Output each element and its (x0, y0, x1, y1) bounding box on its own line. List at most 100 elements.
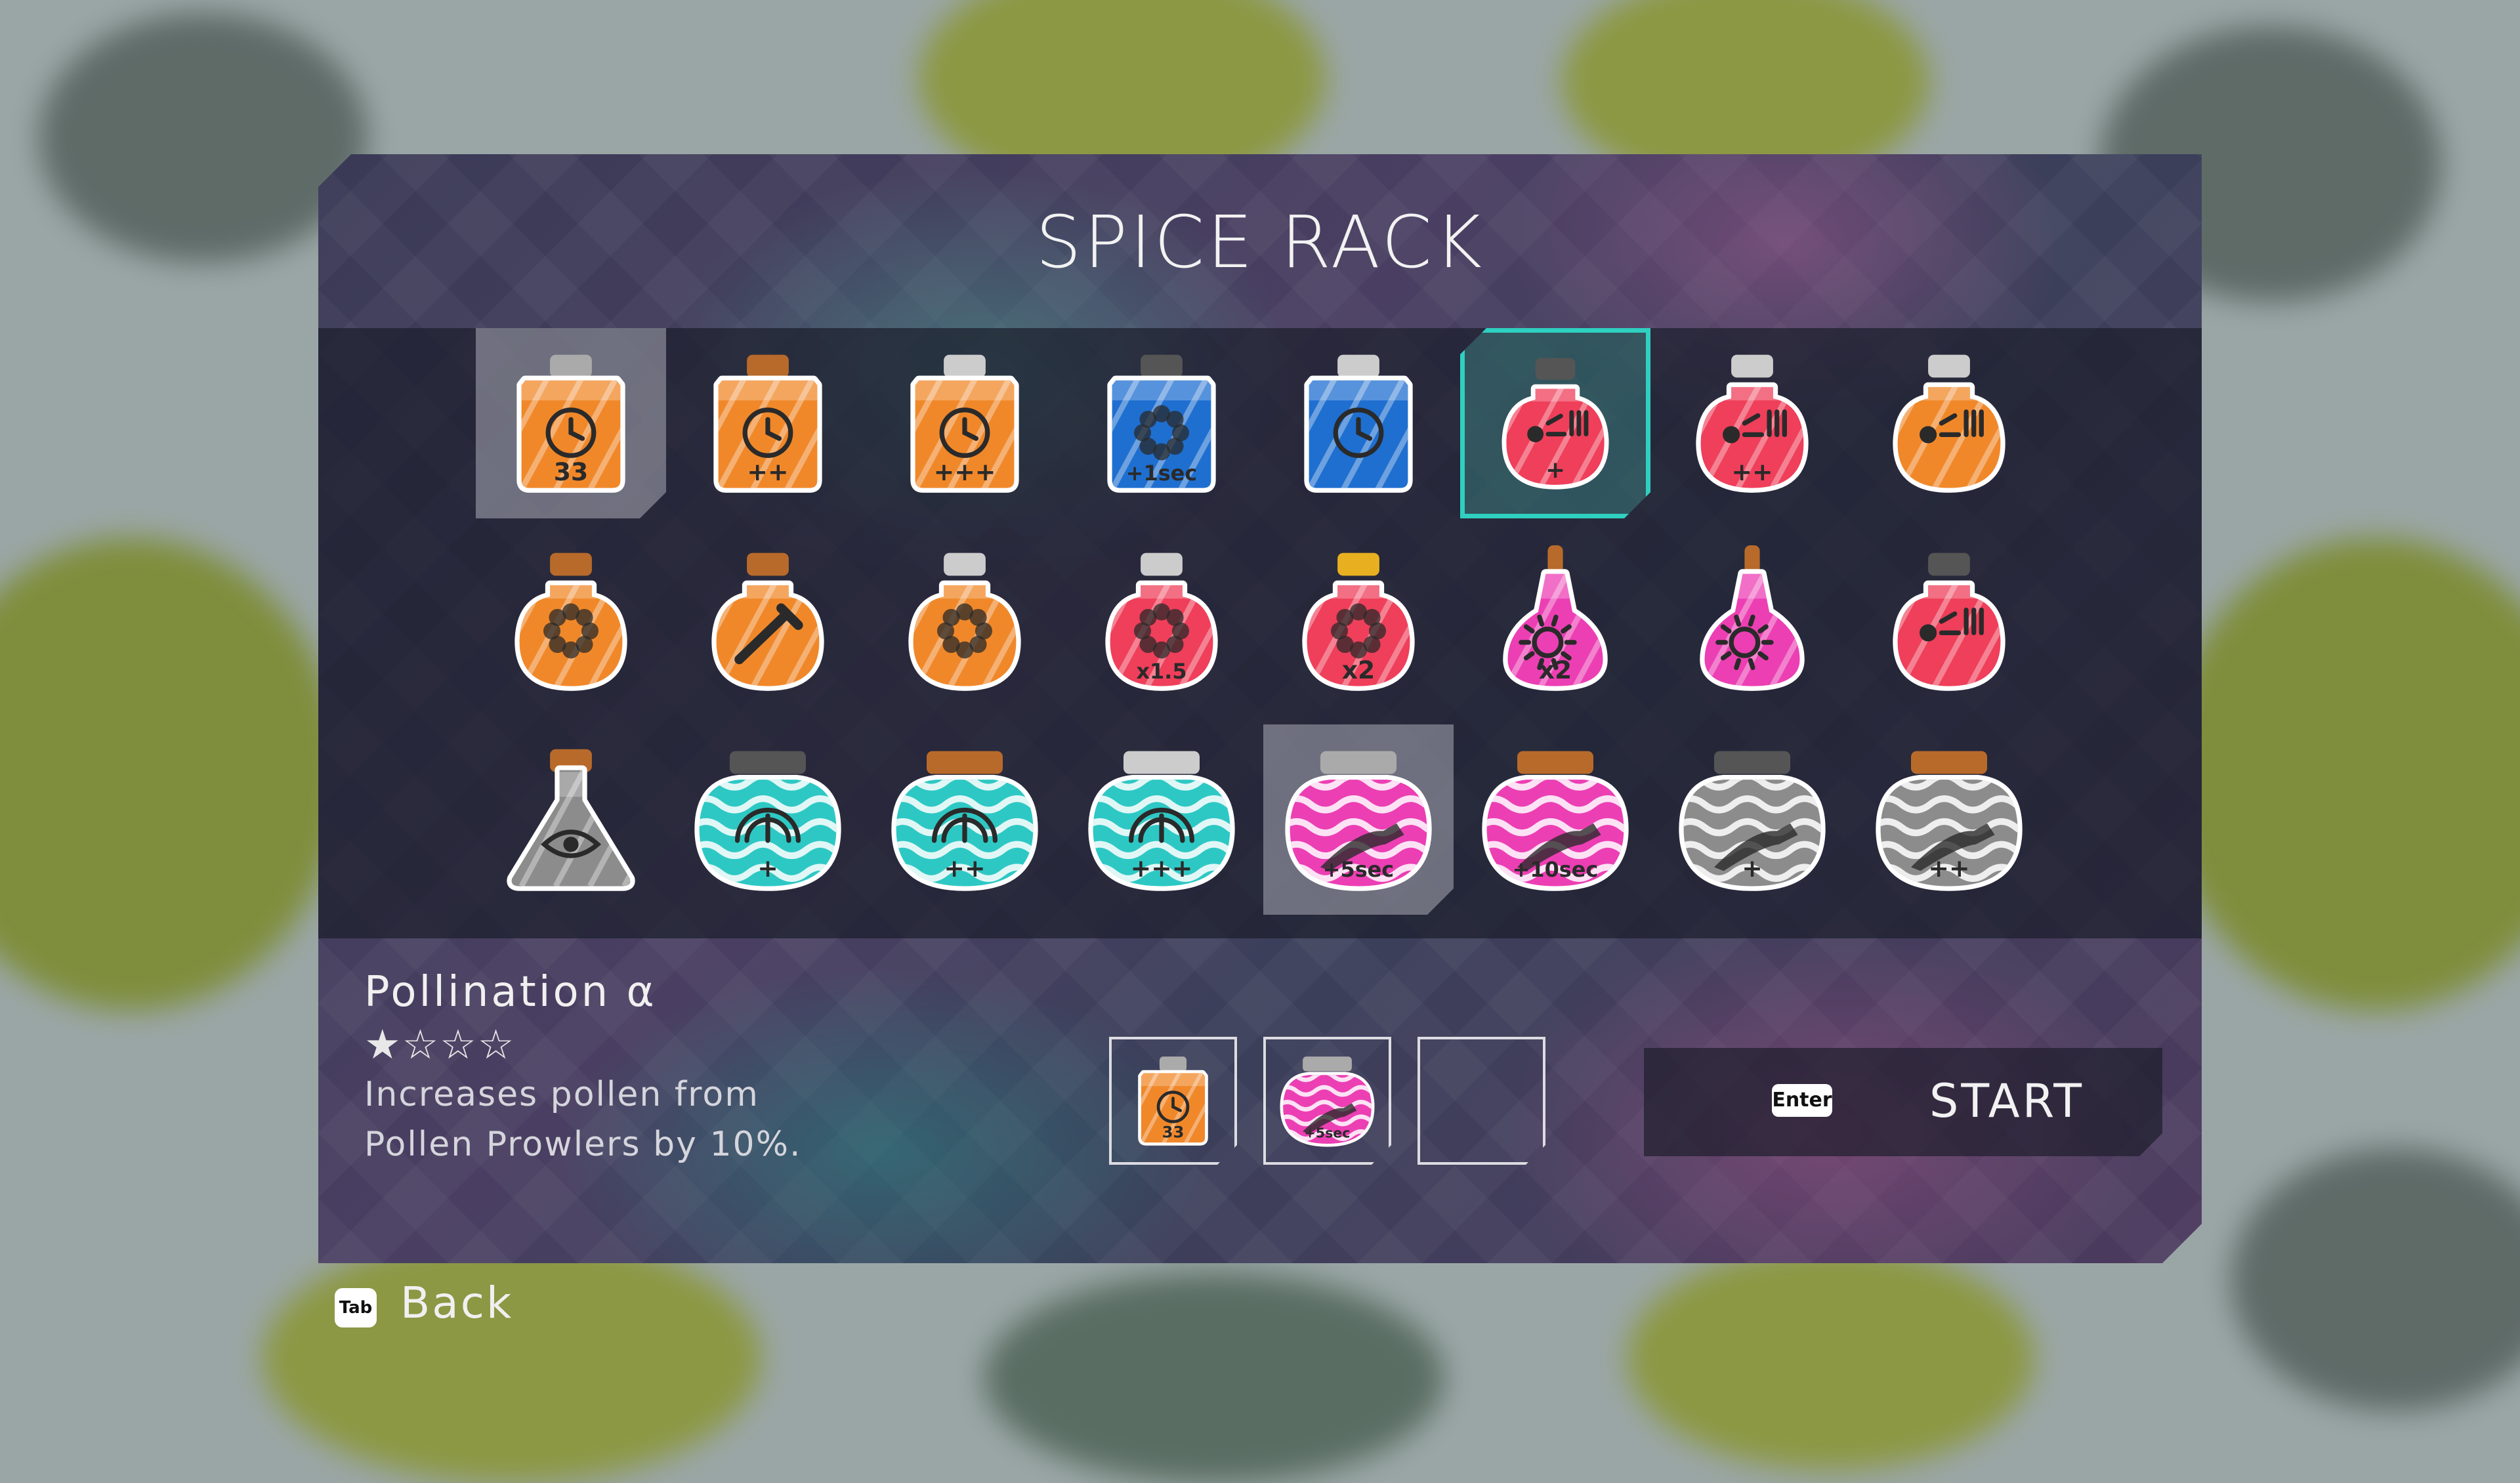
spice-slot[interactable]: +1sec (1066, 328, 1257, 518)
spice-bottle: + (1465, 358, 1646, 487)
spice-bottle (1854, 553, 2044, 688)
spice-badge: x2 (1342, 656, 1376, 684)
spice-potion (1854, 328, 2044, 518)
spice-potion: + (673, 724, 863, 915)
flower-icon (1331, 603, 1386, 658)
spice-grid: 33 ++ +++ +1sec + ++ x1.5 x2 x2 + ++ +++ +5sec +10sec… (318, 328, 2202, 938)
spice-slot[interactable] (1263, 328, 1454, 518)
spice-badge: 33 (554, 457, 588, 486)
page-title: SPICE RACK (1035, 200, 1485, 284)
spice-badge: +5sec (1323, 857, 1394, 882)
spice-slot[interactable] (1854, 328, 2044, 518)
spice-cap (1928, 553, 1970, 576)
spice-slot[interactable] (476, 724, 666, 915)
spice-slot[interactable]: x2 (1460, 526, 1650, 717)
spice-badge: +10sec (1513, 857, 1599, 882)
spice-slot[interactable] (476, 526, 666, 717)
equipped-potion: 33 (1112, 1039, 1234, 1162)
spice-potion (1263, 328, 1454, 518)
spice-slot[interactable]: +5sec (1263, 724, 1454, 915)
spice-potion: x2 (1460, 526, 1650, 717)
spice-cap (550, 355, 592, 378)
spice-bottle: ++ (1873, 751, 2044, 887)
spice-badge: ++ (1928, 854, 1969, 883)
spice-slot[interactable] (870, 526, 1060, 717)
spice-bottle: ++ (673, 355, 863, 490)
start-button[interactable]: Enter START (1644, 1048, 2162, 1156)
spice-potion: x1.5 (1066, 526, 1257, 717)
spice-potion: ++ (870, 724, 1060, 915)
spice-cap (1337, 553, 1379, 576)
spice-slot[interactable] (1854, 526, 2044, 717)
enter-key-icon: Enter (1772, 1084, 1832, 1117)
spice-badge: ++ (944, 854, 985, 883)
spice-bottle (1657, 545, 1847, 688)
spice-bottle: +1sec (1066, 355, 1257, 490)
spice-slot[interactable]: +10sec (1460, 724, 1650, 915)
spice-cap (1731, 355, 1773, 378)
spice-potion: +5sec (1263, 724, 1454, 915)
spice-potion: ++ (1657, 328, 1847, 518)
spice-bottle: 33 (476, 355, 666, 490)
spice-bottle (1854, 355, 2044, 490)
back-label: Back (400, 1278, 514, 1328)
equipped-potion: +5sec (1266, 1039, 1389, 1162)
spice-bottle: x2 (1263, 553, 1454, 688)
spice-slot[interactable]: x1.5 (1066, 526, 1257, 717)
spice-bottle (1263, 355, 1454, 490)
spice-rack-panel: SPICE RACK 33 ++ +++ +1sec + ++ x1.5 x2 x2 + ++ +++… (318, 154, 2202, 1263)
spice-cap (1337, 355, 1379, 378)
spice-bottle: +++ (1085, 751, 1257, 887)
spice-info: Pollination α ★☆☆☆ Increases pollen from… (364, 968, 824, 1169)
spice-potion: +1sec (1066, 328, 1257, 518)
spice-slot[interactable]: ++ (870, 724, 1060, 915)
spice-potion: ++ (673, 328, 863, 518)
spice-potion: +10sec (1460, 724, 1650, 915)
spice-badge: ++ (747, 457, 788, 486)
spice-badge: ++ (1731, 457, 1773, 486)
spice-badge: x1.5 (1136, 659, 1186, 684)
spice-cap (1714, 751, 1790, 774)
spice-cap (747, 553, 789, 576)
spice-bottle: +5sec (1282, 751, 1454, 887)
spice-slot[interactable]: + (1657, 724, 1847, 915)
equipped-slot[interactable]: +5sec (1263, 1037, 1391, 1165)
spice-bottle: ++ (1657, 355, 1847, 490)
spice-slot[interactable]: ++ (1657, 328, 1847, 518)
spice-bottle: +++ (870, 355, 1060, 490)
empty-equipped-slot[interactable] (1418, 1037, 1545, 1165)
spice-slot[interactable] (1657, 526, 1847, 717)
spice-potion: 33 (476, 328, 666, 518)
spice-badge: + (757, 854, 778, 883)
spice-bottle: ++ (889, 751, 1060, 887)
tab-key-icon: Tab (335, 1288, 377, 1327)
spice-cap (1124, 751, 1200, 774)
equipped-slot[interactable]: 33 (1109, 1037, 1237, 1165)
spice-slot[interactable]: +++ (1066, 724, 1257, 915)
spice-rating-stars: ★☆☆☆ (364, 1020, 516, 1068)
equipped-cap (1160, 1056, 1186, 1071)
equipped-cap (1303, 1056, 1352, 1071)
spice-slot[interactable]: +++ (870, 328, 1060, 518)
equipped-bottle: +5sec (1278, 1056, 1389, 1144)
spice-slot[interactable]: ++ (1854, 724, 2044, 915)
flower-icon (937, 603, 992, 658)
spice-slot[interactable]: ++ (673, 328, 863, 518)
spice-slot[interactable]: + (673, 724, 863, 915)
spice-potion: x2 (1263, 526, 1454, 717)
spice-slot[interactable]: x2 (1263, 526, 1454, 717)
spice-bottle: +10sec (1479, 751, 1650, 887)
spice-slot[interactable]: 33 (476, 328, 666, 518)
spice-potion: +++ (870, 328, 1060, 518)
spice-potion (476, 724, 666, 915)
spice-potion (1657, 526, 1847, 717)
spice-potion (673, 526, 863, 717)
spice-name: Pollination α (364, 968, 657, 1016)
spice-slot[interactable]: + (1460, 328, 1650, 518)
spice-cap (944, 355, 986, 378)
spice-cap (1320, 751, 1396, 774)
flower-icon (543, 603, 598, 658)
equipped-badge: 33 (1162, 1123, 1185, 1142)
spice-bottle (476, 749, 666, 887)
spice-slot[interactable] (673, 526, 863, 717)
